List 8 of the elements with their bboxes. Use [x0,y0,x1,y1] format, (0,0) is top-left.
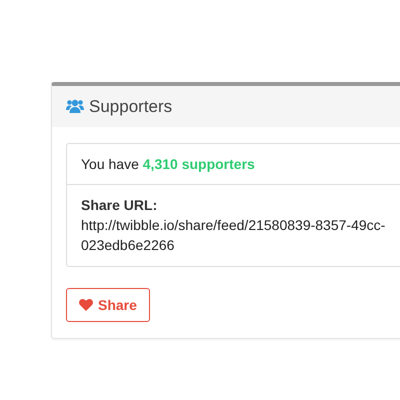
share-url-text: http://twibble.io/share/feed/21580839-8357-49cc- [81,216,386,235]
users-icon [66,99,84,114]
share-url-label: Share URL: [81,196,158,215]
panel-title: Supporters [89,96,172,116]
supporters-count: You have 4,310 supporters [81,155,256,174]
share-button[interactable]: Share [66,288,150,322]
heart-icon [79,299,93,311]
share-url-text: 023edb6e2266 [81,236,176,255]
